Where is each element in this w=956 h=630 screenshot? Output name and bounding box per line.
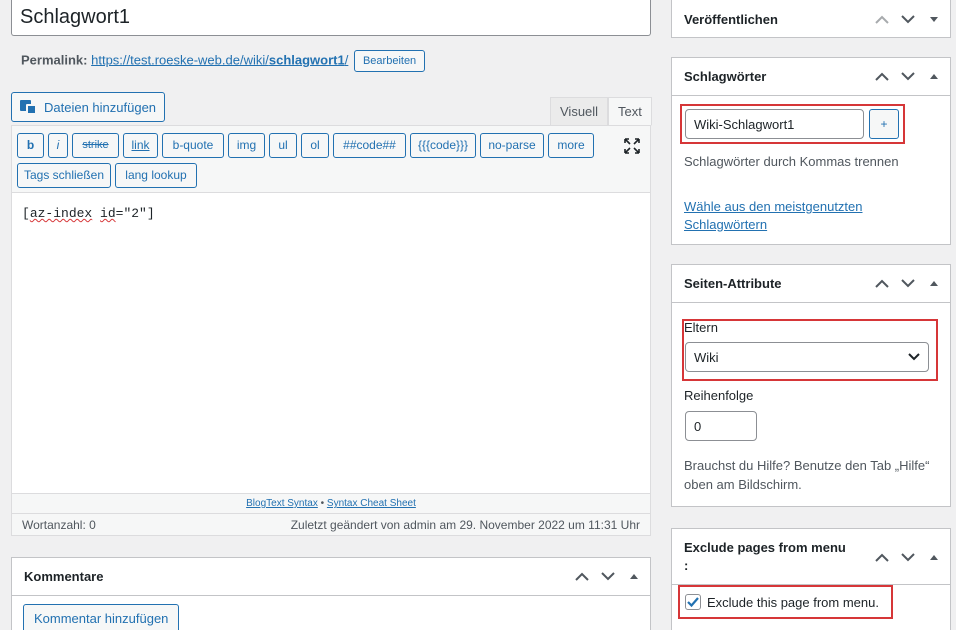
comments-title: Kommentare [24,569,104,584]
chevron-down-icon[interactable] [900,549,916,565]
add-comment-button[interactable]: Kommentar hinzufügen [23,604,180,630]
exclude-title-line2: : [684,558,689,573]
blogtext-links: BlogText Syntax • Syntax Cheat Sheet [12,493,650,513]
tags-box: Schlagwörter Wiki-Schlagwort1 + Schlagwö… [671,57,951,245]
exclude-checkbox-label: Exclude this page from menu. [707,595,879,610]
word-count: Wortanzahl: 0 [22,517,96,532]
help-line2: oben am Bildschirm. [684,477,802,492]
qt-bquote-button[interactable]: b-quote [162,133,224,158]
qt-close-tags-button[interactable]: Tags schließen [17,163,111,188]
chevron-up-icon[interactable] [874,69,890,85]
triangle-down-icon[interactable] [926,11,942,27]
qt-ul-button[interactable]: ul [269,133,297,158]
tab-text[interactable]: Text [608,97,652,126]
page-attributes-box: Seiten-Attribute Eltern Wiki Reihenfolge… [671,264,951,507]
chevron-up-icon[interactable] [874,11,890,27]
chevron-down-icon [908,353,920,361]
triangle-up-icon[interactable] [626,569,642,585]
order-input[interactable]: 0 [685,411,757,441]
qt-ol-button[interactable]: ol [301,133,329,158]
tab-visual[interactable]: Visuell [550,97,609,126]
tags-hint: Schlagwörter durch Kommas trennen [684,154,899,169]
tags-header: Schlagwörter [672,58,950,96]
qt-lang-lookup-button[interactable]: lang lookup [115,163,197,188]
qt-noparse-button[interactable]: no-parse [480,133,544,158]
chevron-up-icon[interactable] [874,549,890,565]
triangle-up-icon[interactable] [926,276,942,292]
parent-select-value: Wiki [694,349,719,365]
permalink-label: Permalink: [21,52,88,68]
text-editor: b i strike link b-quote img ul ol ##code… [11,125,651,536]
add-media-button[interactable]: Dateien hinzufügen [11,92,165,122]
comments-box: Kommentare Kommentar hinzufügen [11,557,651,630]
parent-select[interactable]: Wiki [685,342,929,372]
edit-permalink-button[interactable]: Bearbeiten [353,50,426,72]
editor-textarea[interactable]: [az-index id="2"] [22,206,155,221]
quicktags-toolbar: b i strike link b-quote img ul ol ##code… [12,126,650,193]
most-used-line2: Schlagwörtern [684,217,768,232]
help-text: Brauchst du Hilfe? Benutze den Tab „Hilf… [684,456,929,494]
qt-strike-button[interactable]: strike [72,133,119,158]
post-title-input[interactable]: Schlagwort1 [11,0,651,36]
publish-title: Veröffentlichen [684,11,778,27]
qt-italic-button[interactable]: i [48,133,68,158]
qt-more-button[interactable]: more [548,133,594,158]
exclude-pages-box: Exclude pages from menu : Exclude this p… [671,528,951,630]
blogtext-syntax-link[interactable]: BlogText Syntax [246,498,318,509]
checkmark-icon [687,597,699,608]
exclude-title-line1: Exclude pages from menu [684,540,846,555]
tags-title: Schlagwörter [684,69,767,84]
triangle-up-icon[interactable] [926,69,942,85]
most-used-tags-link[interactable]: Wähle aus den meistgenutzten Schlagwörte… [684,198,863,234]
permalink-url-prefix: https://test.roeske-web.de/wiki/ [91,52,269,68]
permalink-row: Permalink: https://test.roeske-web.de/wi… [21,50,426,72]
last-modified: Zuletzt geändert von admin am 29. Novemb… [290,517,640,532]
add-tag-button[interactable]: + [869,109,899,139]
qt-link-button[interactable]: link [123,133,158,158]
qt-code-button[interactable]: ##code## [333,133,406,158]
exclude-pages-title: Exclude pages from menu : [684,539,846,575]
permalink-slug: schlagwort1 [268,52,345,68]
chevron-up-icon[interactable] [574,569,590,585]
comments-header: Kommentare [12,558,650,596]
qt-bold-button[interactable]: b [17,133,44,158]
media-icon [20,99,38,115]
qt-codeblock-button[interactable]: {{{code}}} [410,133,476,158]
publish-box: Veröffentlichen [671,0,951,38]
chevron-up-icon[interactable] [874,276,890,292]
publish-header: Veröffentlichen [672,0,950,38]
syntax-cheat-sheet-link[interactable]: Syntax Cheat Sheet [327,498,416,509]
permalink-link[interactable]: https://test.roeske-web.de/wiki/schlagwo… [91,52,348,67]
page-attributes-header: Seiten-Attribute [672,265,950,303]
permalink-url-suffix: / [344,52,349,68]
chevron-down-icon[interactable] [900,69,916,85]
page-attributes-title: Seiten-Attribute [684,276,782,291]
new-tag-input[interactable]: Wiki-Schlagwort1 [685,109,864,139]
exclude-pages-header: Exclude pages from menu : [672,529,950,585]
parent-label: Eltern [684,320,718,335]
help-line1: Brauchst du Hilfe? Benutze den Tab „Hilf… [684,458,930,473]
add-media-label: Dateien hinzufügen [44,99,157,115]
fullscreen-icon[interactable] [622,136,642,156]
qt-img-button[interactable]: img [228,133,265,158]
most-used-line1: Wähle aus den meistgenutzten [684,199,863,214]
order-label: Reihenfolge [684,388,754,403]
triangle-up-icon[interactable] [926,549,942,565]
exclude-checkbox[interactable] [685,594,701,610]
chevron-down-icon[interactable] [900,276,916,292]
chevron-down-icon[interactable] [600,569,616,585]
editor-statusbar: Wortanzahl: 0 Zuletzt geändert von admin… [12,513,650,535]
chevron-down-icon[interactable] [900,11,916,27]
